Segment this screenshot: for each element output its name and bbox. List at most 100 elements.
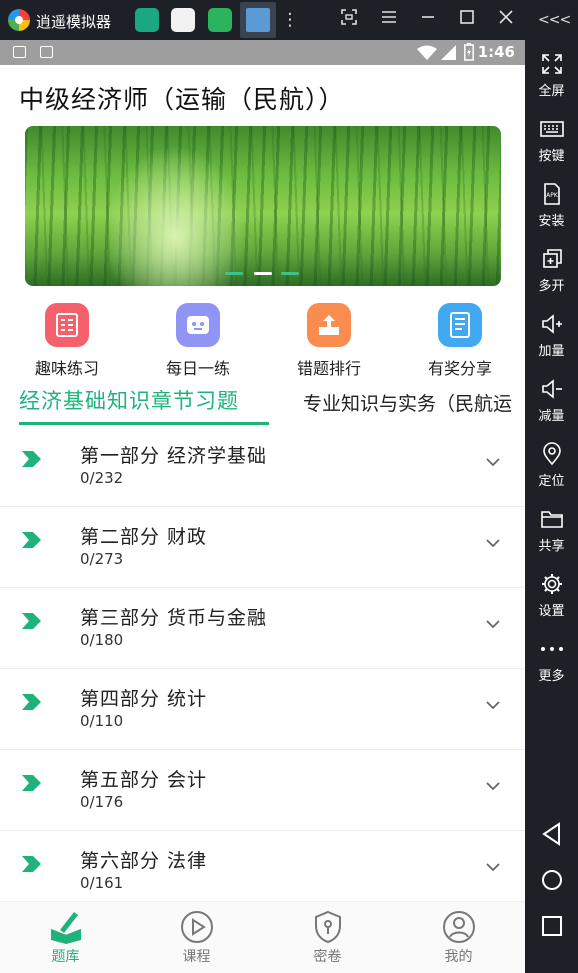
volume-up-icon [541,314,562,334]
tab-menu-dots-icon[interactable]: ⋮ [278,8,302,32]
carousel-dot[interactable] [281,272,299,275]
chapter-arrow-icon [22,694,41,710]
chevron-down-icon[interactable] [486,538,500,548]
nav-label: 密卷 [313,949,342,965]
settings-button[interactable]: 设置 [525,565,578,630]
quiz-card-icon [45,303,89,347]
sidebar-label: 共享 [538,539,565,554]
tab-economics-basics[interactable]: 经济基础知识章节习题 [19,385,239,415]
chevron-down-icon[interactable] [486,457,500,467]
location-button[interactable]: 定位 [525,435,578,500]
sidebar-label: 按键 [538,149,565,164]
share-folder-button[interactable]: 共享 [525,500,578,565]
minimize-icon[interactable] [416,8,440,32]
nav-profile[interactable]: 我的 [393,902,524,973]
chevron-down-icon[interactable] [486,619,500,629]
fullscreen-button[interactable]: 全屏 [525,45,578,110]
sidebar-label: 加量 [538,344,565,359]
multi-instance-button[interactable]: 多开 [525,240,578,305]
sidebar-label: 全屏 [538,84,565,99]
nav-courses[interactable]: 课程 [131,902,262,973]
quick-action-label: 每日一练 [165,359,230,378]
chapter-progress: 0/232 [80,469,124,487]
user-circle-icon [442,911,475,943]
volume-up-button[interactable]: 加量 [525,305,578,370]
nav-question-bank[interactable]: 题库 [0,902,131,973]
folder-icon [540,511,563,528]
tab-indicator [19,422,269,425]
emulator-sidebar: 全屏 按键 APK 安装 多开 加量 减量 定位 共享 设置 更多 [525,40,578,973]
app-screen: 中级经济师（运输（民航）） 趣味练习 每日一练 错题排行 有奖分享 经济基础知识… [0,65,525,973]
chapter-arrow-icon [22,532,41,548]
chapter-item[interactable]: 第三部分 货币与金融 0/180 [0,588,525,669]
chapter-arrow-icon [22,613,41,629]
app-tab-active-icon[interactable] [240,2,276,38]
sidebar-label: 定位 [538,474,565,489]
svg-text:APK: APK [546,192,559,199]
volume-down-button[interactable]: 减量 [525,370,578,435]
chapter-item[interactable]: 第四部分 统计 0/110 [0,669,525,750]
chapter-progress: 0/110 [80,712,124,730]
quick-action-label: 趣味练习 [34,359,99,378]
close-icon[interactable] [494,8,518,32]
chapter-title: 第二部分 财政 [80,526,208,548]
screenshot-icon[interactable] [337,8,361,32]
collapse-sidebar-button[interactable]: <<< [538,8,571,32]
chapter-arrow-icon [22,451,41,467]
subject-tabs: 经济基础知识章节习题 专业知识与实务（民航运 [0,377,525,425]
chapter-title: 第六部分 法律 [80,850,208,872]
gallery-notification-icon [13,46,26,58]
chapter-progress: 0/161 [80,874,124,892]
nav-secret-papers[interactable]: 密卷 [262,902,393,973]
home-icon[interactable] [539,867,565,893]
chapter-title: 第一部分 经济学基础 [80,445,268,467]
banner-carousel[interactable] [25,126,501,286]
quick-action-label: 有奖分享 [427,359,492,378]
chapter-title: 第四部分 统计 [80,688,208,710]
sidebar-label: 多开 [538,279,565,294]
app-tab-green-icon[interactable] [135,8,159,32]
chapter-item[interactable]: 第五部分 会计 0/176 [0,750,525,831]
fullscreen-icon [541,54,562,74]
carousel-dot-active[interactable] [254,272,272,275]
status-time: 1:46 [477,43,515,61]
tab-professional-practice[interactable]: 专业知识与实务（民航运 [303,389,512,416]
maximize-icon[interactable] [455,8,479,32]
more-dots-icon [540,647,563,651]
sidebar-label: 安装 [538,214,565,229]
chapter-arrow-icon [22,775,41,791]
chapter-progress: 0/176 [80,793,124,811]
chevron-down-icon[interactable] [486,700,500,710]
robot-face-icon [176,303,220,347]
bottom-navigation: 题库 课程 密卷 我的 [0,901,525,973]
carousel-dot[interactable] [225,272,243,275]
sidebar-label: 更多 [538,669,565,684]
nav-label: 我的 [444,949,473,965]
emulator-logo-icon [8,9,30,31]
quick-action-share-reward[interactable]: 有奖分享 [405,303,515,379]
chapter-item[interactable]: 第二部分 财政 0/273 [0,507,525,588]
multi-instance-icon [542,249,562,268]
nav-label: 课程 [182,949,211,965]
chevron-down-icon[interactable] [486,781,500,791]
location-pin-icon [542,442,561,466]
book-pen-icon [50,912,81,944]
play-circle-icon [180,911,213,943]
app-tab-store-icon[interactable] [171,8,195,32]
font-notification-icon [40,46,53,58]
recent-apps-icon[interactable] [539,913,565,939]
quick-action-daily-practice[interactable]: 每日一练 [143,303,253,379]
chapter-item[interactable]: 第六部分 法律 0/161 [0,831,525,912]
back-icon[interactable] [539,821,565,847]
quick-action-wrong-ranking[interactable]: 错题排行 [274,303,384,379]
keymap-button[interactable]: 按键 [525,110,578,175]
menu-icon[interactable] [377,8,401,32]
install-apk-button[interactable]: APK 安装 [525,175,578,240]
chapter-item[interactable]: 第一部分 经济学基础 0/232 [0,426,525,507]
quick-action-fun-practice[interactable]: 趣味练习 [12,303,122,379]
emulator-title: 逍遥模拟器 [36,13,112,31]
chevron-down-icon[interactable] [486,862,500,872]
shield-lock-icon [314,910,341,944]
app-tab-android-icon[interactable] [208,8,232,32]
more-button[interactable]: 更多 [525,630,578,695]
